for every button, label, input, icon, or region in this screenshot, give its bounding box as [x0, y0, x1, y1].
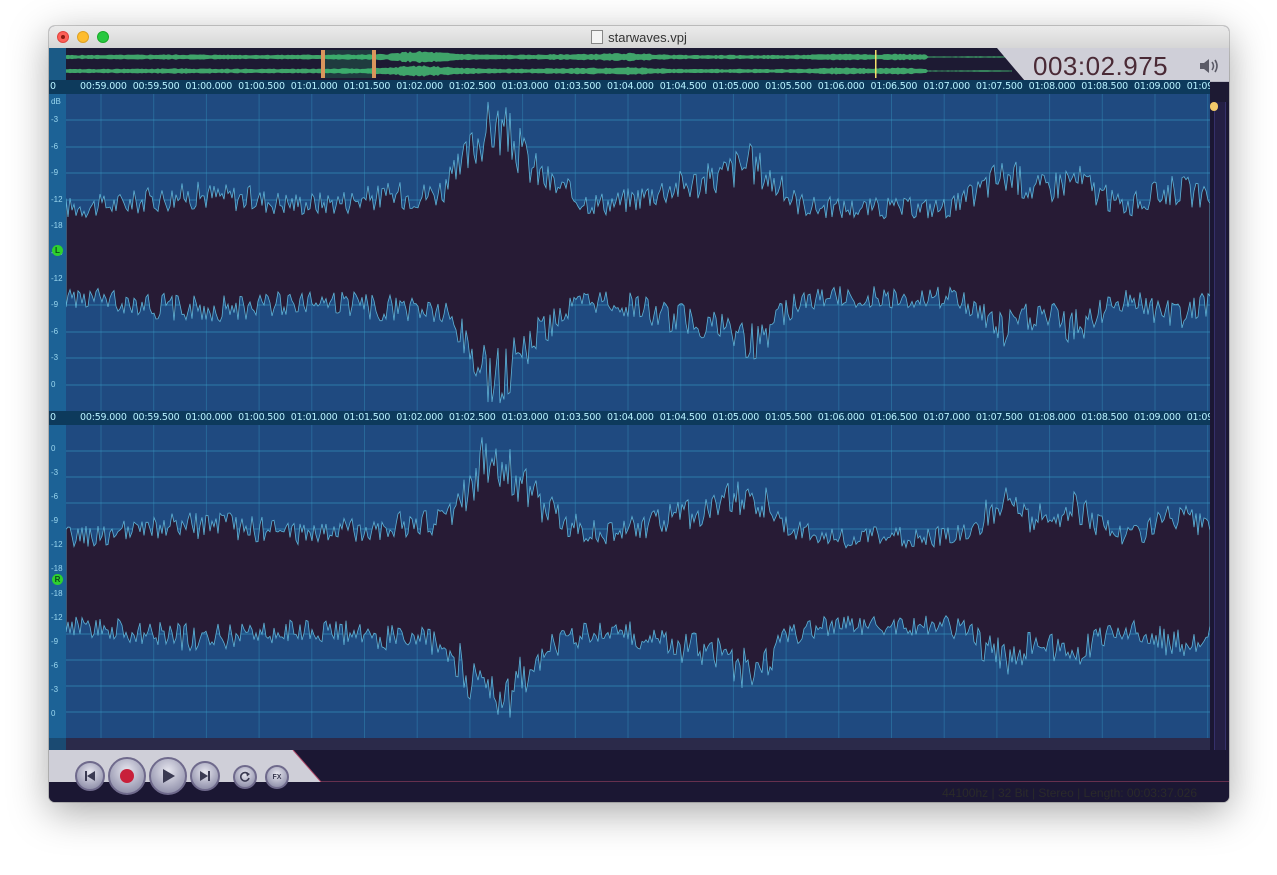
ruler-time-label: 01:05.500 — [765, 412, 812, 423]
ruler-time-label: 00:59.500 — [132, 81, 180, 92]
ruler-time-label: 01:08.500 — [1081, 81, 1129, 92]
ruler-time-label: 01:08.000 — [1028, 412, 1076, 423]
ruler-time-label: 01:06.000 — [817, 81, 865, 92]
title-bar: starwaves.vpj — [49, 26, 1229, 49]
ruler-time-label: 01:05.000 — [712, 412, 760, 423]
ruler-time-label: 01:03.000 — [501, 412, 549, 423]
window-title: starwaves.vpj — [49, 30, 1229, 45]
horizontal-scrollbar[interactable] — [49, 738, 1210, 750]
ruler-time-label: 00:59.000 — [80, 81, 127, 92]
ruler-time-label: 01:08.500 — [1081, 412, 1129, 423]
ruler-time-label: 01:03.000 — [501, 81, 549, 92]
document-icon — [591, 30, 604, 44]
db-tick-label: -12 — [51, 540, 63, 549]
db-tick-label: -18 — [51, 589, 63, 598]
db-tick-label: -12 — [51, 195, 63, 204]
db-tick-label: -6 — [51, 492, 59, 501]
db-unit-label: dB — [51, 97, 61, 106]
ruler-time-label: 01:09.000 — [1134, 412, 1181, 423]
ruler-time-label: 01:09 — [1186, 412, 1210, 423]
horizontal-scroll-thumb[interactable] — [49, 738, 66, 750]
ruler-time-label: 01:00.000 — [185, 412, 233, 423]
ruler-time-label: 01:06.500 — [870, 412, 918, 423]
ruler-time-label: 01:05.000 — [712, 81, 760, 92]
fx-label: FX — [272, 773, 282, 781]
db-tick-label: -6 — [51, 661, 59, 670]
db-tick-label: -9 — [51, 168, 59, 177]
ruler-time-label: 01:01.500 — [343, 81, 391, 92]
speaker-icon[interactable] — [1199, 58, 1221, 74]
ruler-time-label: 01:05.500 — [765, 81, 812, 92]
ruler-time-label: 01:04.500 — [659, 81, 707, 92]
skip-back-icon — [85, 771, 95, 781]
db-tick-label: -6 — [51, 142, 59, 151]
db-tick-label: 0 — [51, 709, 56, 718]
channel-right-badge[interactable]: R — [52, 574, 63, 585]
ruler-time-label: 01:07.000 — [923, 81, 970, 92]
ruler-time-label: 01:04.000 — [607, 81, 654, 92]
ruler-time-label: 01:08.000 — [1028, 81, 1076, 92]
ruler-time-label: 01:02.000 — [396, 81, 443, 92]
channel-left[interactable]: dB -3-6-9-12-18-18-12-9-6-30 L — [49, 94, 1210, 411]
overview-selection[interactable] — [321, 50, 373, 78]
ruler-time-label: 01:03.500 — [554, 81, 602, 92]
ruler-time-label: 01:00.500 — [238, 412, 285, 423]
ruler-partial-label: 0 — [50, 412, 56, 423]
db-tick-label: -6 — [51, 327, 59, 336]
ruler-time-label: 01:07.500 — [975, 412, 1023, 423]
ruler-time-label: 01:07.500 — [975, 81, 1023, 92]
db-tick-label: 0 — [51, 444, 56, 453]
app-window: starwaves.vpj 003:02.975 0 00:59.000 00:… — [49, 26, 1229, 802]
db-tick-label: -18 — [51, 221, 63, 230]
db-tick-label: -3 — [51, 353, 59, 362]
timeline-ruler-top[interactable]: 0 00:59.000 00:59.500 01:00.000 01:00.500 01… — [49, 80, 1210, 94]
ruler-time-label: 00:59.500 — [132, 412, 180, 423]
ruler-time-label: 01:04.500 — [659, 412, 707, 423]
vertical-scroll-knob[interactable] — [1210, 102, 1218, 111]
ruler-time-label: 01:06.000 — [817, 412, 865, 423]
ruler-time-label: 01:00.000 — [185, 81, 233, 92]
db-tick-label: -18 — [51, 564, 63, 573]
ruler-time-label: 01:09 — [1186, 81, 1210, 92]
ruler-time-label: 01:01.500 — [343, 412, 391, 423]
db-tick-label: -3 — [51, 468, 59, 477]
skip-forward-icon — [200, 771, 210, 781]
db-tick-label: 0 — [51, 380, 56, 389]
channel-right[interactable]: 0 -3 -6 -9 -12 -18 -18 -12 -9 -6 -3 0 R — [49, 425, 1210, 738]
ruler-time-label: 01:02.000 — [396, 412, 443, 423]
overview-selection-end-handle[interactable] — [372, 50, 376, 78]
db-tick-label: -12 — [51, 613, 63, 622]
ruler-time-label: 01:06.500 — [870, 81, 918, 92]
ruler-time-label: 01:04.000 — [607, 412, 654, 423]
channel-left-badge[interactable]: L — [52, 245, 63, 256]
ruler-time-label: 01:03.500 — [554, 412, 602, 423]
overview-playhead[interactable] — [875, 50, 877, 78]
db-tick-label: -9 — [51, 516, 59, 525]
vertical-scroll-track[interactable] — [1214, 102, 1226, 750]
time-readout: 003:02.975 — [1033, 51, 1169, 81]
ruler-partial-label: 0 — [50, 81, 56, 92]
db-tick-label: -12 — [51, 274, 63, 283]
ruler-time-label: 01:09.000 — [1134, 81, 1181, 92]
waveform-shape — [66, 437, 1210, 718]
db-tick-label: -9 — [51, 637, 59, 646]
waveform-left[interactable] — [66, 94, 1210, 411]
ruler-time-label: 00:59.000 — [80, 412, 127, 423]
ruler-time-label: 01:00.500 — [238, 81, 285, 92]
ruler-time-label: 01:02.500 — [448, 412, 496, 423]
ruler-time-label: 01:02.500 — [448, 81, 496, 92]
db-tick-label: -3 — [51, 685, 59, 694]
status-bar: 44100hz | 32 Bit | Stereo | Length: 00:0… — [49, 782, 1229, 802]
ruler-time-label: 01:07.000 — [923, 412, 970, 423]
db-tick-label: -9 — [51, 300, 59, 309]
audio-info: 44100hz | 32 Bit | Stereo | Length: 00:0… — [942, 786, 1197, 800]
ruler-time-label: 01:01.000 — [290, 412, 338, 423]
overview-selection-start-handle[interactable] — [321, 50, 325, 78]
ruler-time-label: 01:01.000 — [290, 81, 338, 92]
vertical-scrollbar[interactable] — [1210, 102, 1229, 750]
waveform-right[interactable] — [66, 425, 1210, 738]
db-tick-label: -3 — [51, 115, 59, 124]
window-title-text: starwaves.vpj — [608, 30, 687, 45]
timeline-ruler-middle[interactable]: 0 00:59.000 00:59.500 01:00.000 01:00.500 01… — [49, 411, 1210, 425]
